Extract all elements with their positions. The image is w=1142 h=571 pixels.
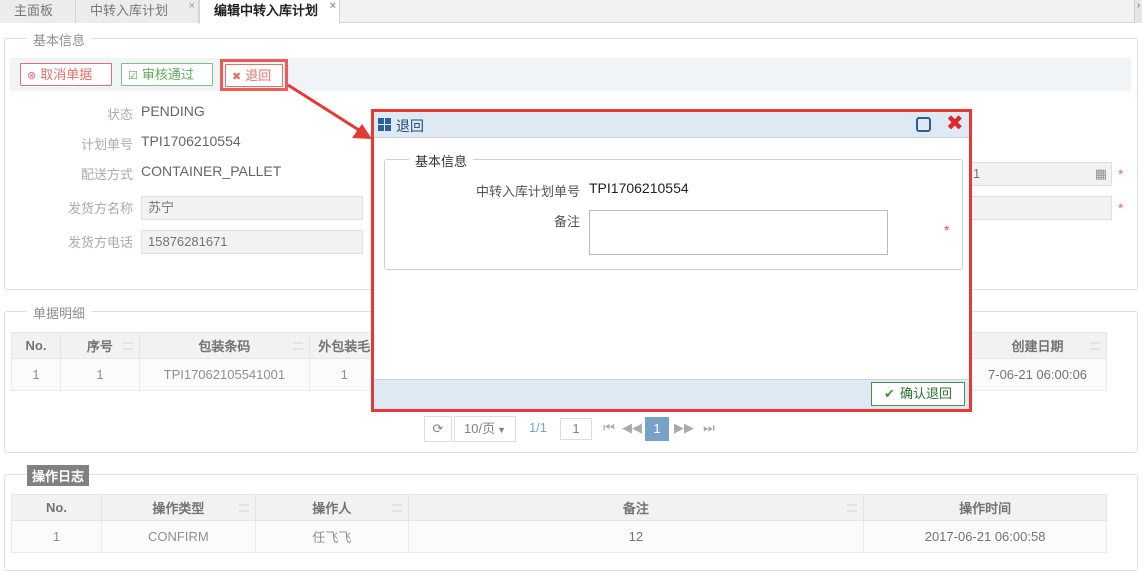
dialog-header: 退回 ✖ <box>374 112 969 138</box>
maximize-icon[interactable] <box>916 117 931 132</box>
remark-textarea[interactable] <box>589 210 888 255</box>
dialog-title: 退回 <box>396 118 424 134</box>
dialog-basic-info-legend: 基本信息 <box>409 151 474 170</box>
close-icon[interactable]: ✖ <box>946 113 964 135</box>
tab-edit-transfer-plan[interactable]: 编辑中转入库计划 × <box>199 0 340 24</box>
tab-scroll-right-icon[interactable]: › <box>1134 0 1142 23</box>
check-icon: ✔ <box>884 386 895 401</box>
tab-close-icon[interactable]: × <box>189 0 195 17</box>
tab-transfer-plan[interactable]: 中转入库计划 × <box>76 0 199 23</box>
required-mark: * <box>944 222 950 238</box>
tab-label: 主面板 <box>14 3 54 18</box>
window-grid-icon <box>378 118 391 131</box>
tab-label: 中转入库计划 <box>90 3 169 18</box>
tab-label: 编辑中转入库计划 <box>214 3 319 18</box>
dialog-plan-no-label: 中转入库计划单号 <box>475 184 580 199</box>
confirm-return-button[interactable]: ✔ 确认退回 <box>871 382 965 406</box>
tab-bar: 主面板 中转入库计划 × 编辑中转入库计划 × › <box>0 0 1142 24</box>
tab-close-icon[interactable]: × <box>330 0 336 17</box>
dialog-remark-label: 备注 <box>553 214 580 229</box>
button-label: 确认退回 <box>899 386 952 401</box>
dialog-plan-no-value: TPI1706210554 <box>589 180 689 196</box>
return-dialog: 退回 ✖ 基本信息 中转入库计划单号 TPI1706210554 备注 * ✔ 确… <box>371 109 972 412</box>
tab-dashboard[interactable]: 主面板 <box>0 0 76 23</box>
